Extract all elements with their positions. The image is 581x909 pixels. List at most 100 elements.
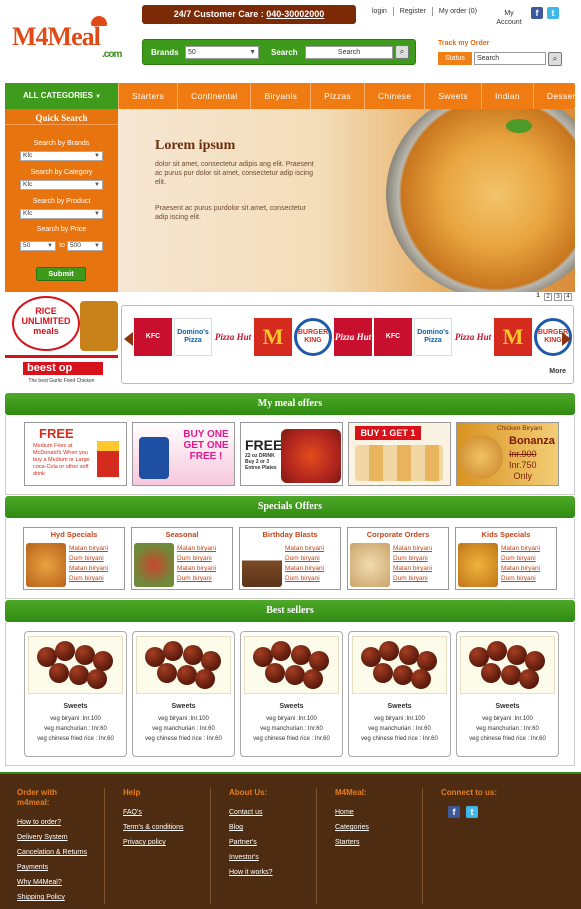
search-input[interactable]: Search (305, 46, 393, 59)
footer-link[interactable]: How it works? (229, 865, 273, 880)
nav-item-chinese[interactable]: Chinese (363, 83, 424, 109)
footer-link[interactable]: How to order? (17, 815, 87, 830)
special-link[interactable]: Dum biryani (177, 554, 216, 564)
special-link[interactable]: Dum biryani (69, 554, 108, 564)
hero-banner[interactable]: Lorem ipsum dolor sit amet, consectetur … (118, 109, 575, 292)
offer-biryani-bonanza[interactable]: Chicken Biryani Bonanza Inr.900 Inr.750 … (456, 422, 559, 486)
brand-logo-kfc[interactable]: KFC (134, 318, 172, 356)
nav-item-sweets[interactable]: Sweets (424, 83, 481, 109)
product-filter-select[interactable]: Kfc ▼ (20, 209, 103, 219)
promo-banner[interactable]: RICE UNLIMITED meals beest op The best G… (5, 293, 118, 392)
special-link[interactable]: Dum biryani (501, 554, 540, 564)
special-link[interactable]: Matan biryani (501, 544, 540, 554)
register-link[interactable]: Register (394, 7, 433, 16)
track-go-button[interactable]: ⌕ (548, 52, 562, 66)
nav-item-desserts[interactable]: Desserts (532, 83, 581, 109)
special-card-seasonal[interactable]: Seasonal Matan biryani Dum biryani Matan… (131, 527, 233, 590)
footer-link[interactable]: Delivery System (17, 830, 87, 845)
bestseller-card[interactable]: Sweets veg biryani :Inr.100 veg manchuri… (132, 631, 235, 757)
brand-logo-pizza-hut[interactable]: Pizza Hut (334, 318, 372, 356)
footer-link[interactable]: Why M4Meal? (17, 875, 87, 890)
special-card-kids[interactable]: Kids Specials Matan biryani Dum biryani … (455, 527, 557, 590)
footer-link[interactable]: Home (335, 805, 369, 820)
special-link[interactable]: Dum biryani (69, 574, 108, 584)
login-link[interactable]: login (366, 7, 394, 16)
nav-item-continental[interactable]: Continental (177, 83, 250, 109)
footer-link[interactable]: Shipping Policy (17, 890, 87, 905)
brands-filter-select[interactable]: Kfc ▼ (20, 151, 103, 161)
brand-logo-mcdonalds[interactable]: M (254, 318, 292, 356)
my-order-link[interactable]: My order (0) (433, 7, 483, 16)
footer-link[interactable]: Contact us (229, 805, 273, 820)
facebook-icon[interactable]: f (531, 7, 543, 19)
footer-link[interactable]: FAQ's (123, 805, 183, 820)
pager-page-2[interactable]: 2 (544, 293, 552, 301)
offer-bogo[interactable]: BUY ONE GET ONE FREE ! (132, 422, 235, 486)
bestseller-card[interactable]: Sweets veg biryani :Inr.100 veg manchuri… (24, 631, 127, 757)
special-link[interactable]: Dum biryani (501, 574, 540, 584)
special-card-corporate[interactable]: Corporate Orders Matan biryani Dum birya… (347, 527, 449, 590)
track-order-input[interactable]: Search (474, 52, 546, 65)
nav-item-pizzas[interactable]: Pizzas (310, 83, 364, 109)
nav-item-starters[interactable]: Starters (118, 83, 177, 109)
footer-link[interactable]: Payments (17, 860, 87, 875)
brands-select[interactable]: 50 ▼ (185, 46, 259, 59)
special-card-birthday[interactable]: Birthday Blasts Matan biryani Dum biryan… (239, 527, 341, 590)
special-link[interactable]: Dum biryani (177, 574, 216, 584)
price-from-select[interactable]: 50 ▼ (20, 241, 56, 251)
special-card-hyd[interactable]: Hyd Specials Matan biryani Dum biryani M… (23, 527, 125, 590)
nav-item-biryanis[interactable]: Biryanis (250, 83, 310, 109)
brand-logo-dominos[interactable]: Domino's Pizza (414, 318, 452, 356)
brand-logo-burger-king[interactable]: BURGER KING (294, 318, 332, 356)
submit-button[interactable]: Submit (36, 267, 86, 281)
nav-item-indian[interactable]: Indian (480, 83, 533, 109)
pager-page-1[interactable]: 1 (534, 293, 542, 301)
site-logo[interactable]: M4Meal .com (12, 16, 122, 60)
special-link[interactable]: Dum biryani (285, 574, 324, 584)
offer-buy1-get1[interactable]: BUY 1 GET 1 FREE (348, 422, 451, 486)
offer-free-fries[interactable]: FREE Medium Fries at McDonald's When you… (24, 422, 127, 486)
bestseller-card[interactable]: Sweets veg biryani :Inr.100 veg manchuri… (240, 631, 343, 757)
special-link[interactable]: Matan biryani (501, 564, 540, 574)
price-to-select[interactable]: 500 ▼ (67, 241, 103, 251)
footer-link[interactable]: Term's & conditions (123, 820, 183, 835)
footer-link[interactable]: Privacy policy (123, 835, 183, 850)
status-button[interactable]: Status (438, 52, 472, 65)
special-link[interactable]: Dum biryani (393, 554, 432, 564)
special-link[interactable]: Dum biryani (393, 574, 432, 584)
special-link[interactable]: Matan biryani (69, 544, 108, 554)
special-link[interactable]: Matan biryani (285, 544, 324, 554)
pager-page-4[interactable]: 4 (564, 293, 572, 301)
facebook-icon[interactable]: f (448, 806, 460, 818)
brand-logo-mcdonalds[interactable]: M (494, 318, 532, 356)
my-account-link[interactable]: My Account (494, 9, 524, 27)
brand-logo-kfc[interactable]: KFC (374, 318, 412, 356)
brand-logo-pizza-hut[interactable]: Pizza Hut (214, 318, 252, 356)
footer-link[interactable]: Starters (335, 835, 369, 850)
twitter-icon[interactable]: t (466, 806, 478, 818)
arrow-right-icon[interactable] (562, 332, 571, 346)
special-link[interactable]: Matan biryani (393, 544, 432, 554)
footer-link[interactable]: Partner's (229, 835, 273, 850)
offer-free-drink[interactable]: FREE 22 oz DRINK Buy 2 or 3 Entree Plate… (240, 422, 343, 486)
special-link[interactable]: Matan biryani (285, 564, 324, 574)
more-brands-link[interactable]: More (549, 368, 566, 375)
special-link[interactable]: Matan biryani (177, 564, 216, 574)
search-go-button[interactable]: ⌕ (395, 45, 409, 59)
special-link[interactable]: Matan biryani (69, 564, 108, 574)
footer-link[interactable]: Blog (229, 820, 273, 835)
special-link[interactable]: Matan biryani (393, 564, 432, 574)
bestseller-card[interactable]: Sweets veg biryani :Inr.100 veg manchuri… (456, 631, 559, 757)
twitter-icon[interactable]: t (547, 7, 559, 19)
all-categories-button[interactable]: ALL CATEGORIES ▼ (5, 83, 118, 109)
brand-logo-pizza-hut[interactable]: Pizza Hut (454, 318, 492, 356)
footer-link[interactable]: Investor's (229, 850, 273, 865)
footer-link[interactable]: Cancelation & Returns (17, 845, 87, 860)
pager-page-3[interactable]: 3 (554, 293, 562, 301)
category-filter-select[interactable]: Kfc ▼ (20, 180, 103, 190)
footer-link[interactable]: Categories (335, 820, 369, 835)
special-link[interactable]: Dum biryani (285, 554, 324, 564)
bestseller-card[interactable]: Sweets veg biryani :Inr.100 veg manchuri… (348, 631, 451, 757)
special-link[interactable]: Matan biryani (177, 544, 216, 554)
arrow-left-icon[interactable] (124, 332, 133, 346)
